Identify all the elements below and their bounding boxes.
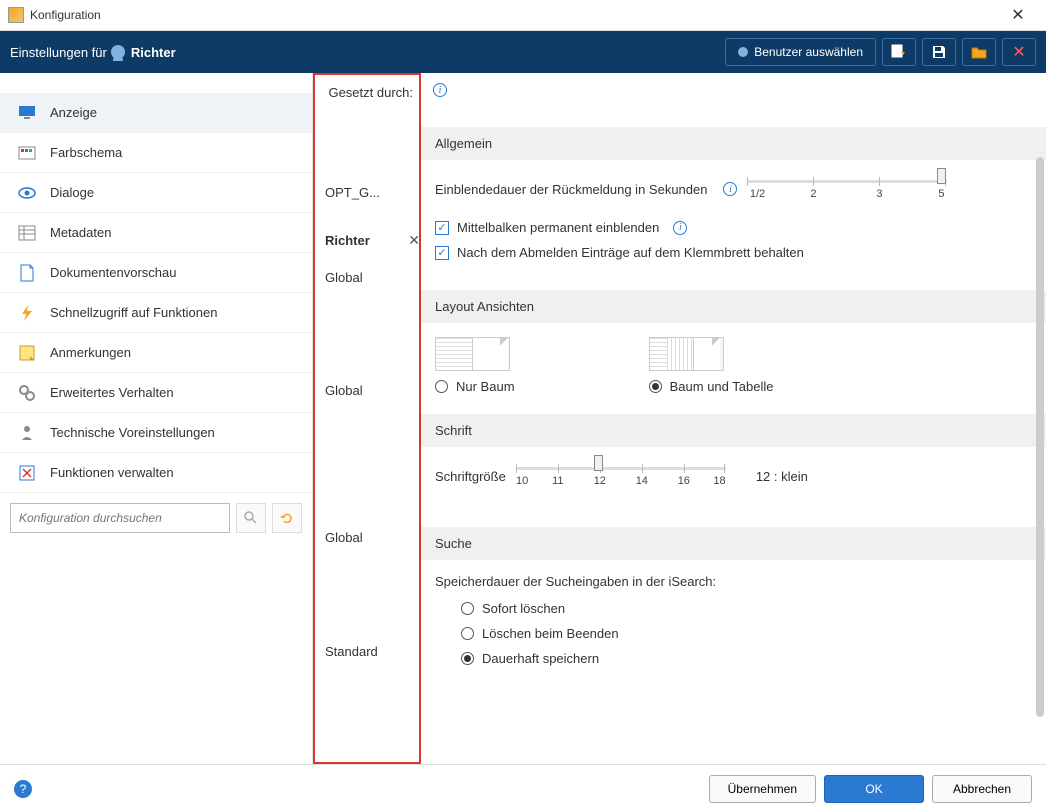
scope-opt: OPT_G...: [325, 185, 420, 200]
sidebar-search-button[interactable]: [236, 503, 266, 533]
note-icon: [18, 344, 36, 362]
schriftgroesse-label: Schriftgröße: [435, 469, 506, 484]
user-mini-icon: [738, 47, 748, 57]
sidebar-item-metadaten[interactable]: Metadaten: [0, 213, 312, 253]
header-username: Richter: [131, 45, 176, 60]
settings-for-label: Einstellungen für: [10, 45, 107, 60]
info-icon[interactable]: i: [723, 182, 737, 196]
info-icon[interactable]: i: [433, 83, 447, 97]
layout-preview-baum: [435, 337, 510, 371]
info-icon[interactable]: i: [673, 221, 687, 235]
app-icon: [8, 7, 24, 23]
toolbar-save-export-button[interactable]: [882, 38, 916, 66]
header-bar: Einstellungen für Richter Benutzer auswä…: [0, 31, 1046, 73]
sidebar: Anzeige Farbschema Dialoge Metadaten Dok…: [0, 73, 313, 764]
gesetzt-durch-heading: Gesetzt durch:: [328, 85, 413, 100]
document-icon: [18, 264, 36, 282]
help-button[interactable]: ?: [14, 780, 32, 798]
scope-clear-button[interactable]: ✕: [408, 232, 420, 249]
user-icon: [111, 45, 125, 59]
sidebar-item-anmerkungen[interactable]: Anmerkungen: [0, 333, 312, 373]
radio-nur-baum[interactable]: Nur Baum: [435, 379, 645, 394]
sidebar-item-funktionen-verwalten[interactable]: Funktionen verwalten: [0, 453, 312, 493]
palette-icon: [18, 144, 36, 162]
sidebar-item-anzeige[interactable]: Anzeige: [0, 93, 312, 133]
section-head-layout: Layout Ansichten: [421, 290, 1046, 323]
section-head-suche: Suche: [421, 527, 1046, 560]
radio-sofort-loeschen[interactable]: Sofort löschen: [461, 601, 1032, 616]
monitor-icon: [18, 104, 36, 122]
window-title: Konfiguration: [30, 8, 998, 22]
sidebar-item-schnellzugriff[interactable]: Schnellzugriff auf Funktionen: [0, 293, 312, 333]
sidebar-item-erweitertes-verhalten[interactable]: Erweitertes Verhalten: [0, 373, 312, 413]
scope-global-2: Global: [325, 383, 420, 398]
eye-icon: [18, 184, 36, 202]
window-titlebar: Konfiguration ✕: [0, 0, 1046, 31]
bolt-icon: [18, 304, 36, 322]
scope-richter: Richter✕: [325, 232, 420, 249]
mittelbalken-checkbox[interactable]: ✓ Mittelbalken permanent einblenden i: [435, 220, 1032, 235]
schriftgroesse-slider[interactable]: 10 11 12 14 16 18: [516, 461, 726, 491]
table-icon: [18, 224, 36, 242]
apply-button[interactable]: Übernehmen: [709, 775, 816, 803]
content-area: i Allgemein Einblendedauer der Rückmeldu…: [421, 73, 1046, 764]
ok-button[interactable]: OK: [824, 775, 924, 803]
radio-loeschen-beenden[interactable]: Löschen beim Beenden: [461, 626, 1032, 641]
abmelden-checkbox[interactable]: ✓ Nach dem Abmelden Einträge auf dem Kle…: [435, 245, 1032, 260]
select-user-button[interactable]: Benutzer auswählen: [725, 38, 876, 66]
manage-icon: [18, 464, 36, 482]
radio-baum-tabelle[interactable]: Baum und Tabelle: [649, 379, 774, 394]
gesetzt-durch-column: Gesetzt durch: OPT_G... Richter✕ Global …: [313, 73, 421, 764]
sidebar-item-dialoge[interactable]: Dialoge: [0, 173, 312, 213]
sidebar-item-dokumentenvorschau[interactable]: Dokumentenvorschau: [0, 253, 312, 293]
scrollbar-thumb[interactable]: [1036, 157, 1044, 717]
sidebar-search-input[interactable]: [10, 503, 230, 533]
einblendedauer-label: Einblendedauer der Rückmeldung in Sekund…: [435, 182, 707, 197]
gears-icon: [18, 384, 36, 402]
wrench-user-icon: [18, 424, 36, 442]
layout-preview-baum-tabelle: [649, 337, 724, 371]
scope-standard: Standard: [325, 644, 420, 659]
window-close-button[interactable]: ✕: [998, 5, 1038, 25]
scope-global-3: Global: [325, 530, 420, 545]
suche-speicherdauer-label: Speicherdauer der Sucheingaben in der iS…: [435, 574, 1032, 589]
scope-global-1: Global: [325, 270, 420, 285]
sidebar-item-technische-voreinstellungen[interactable]: Technische Voreinstellungen: [0, 413, 312, 453]
einblendedauer-slider[interactable]: 1/2 2 3 5: [747, 174, 947, 204]
radio-dauerhaft[interactable]: Dauerhaft speichern: [461, 651, 1032, 666]
section-head-schrift: Schrift: [421, 414, 1046, 447]
cancel-button[interactable]: Abbrechen: [932, 775, 1032, 803]
sidebar-reset-button[interactable]: [272, 503, 302, 533]
toolbar-save-button[interactable]: [922, 38, 956, 66]
toolbar-close-button[interactable]: ✕: [1002, 38, 1036, 66]
sidebar-item-farbschema[interactable]: Farbschema: [0, 133, 312, 173]
schrift-current-value: 12 : klein: [756, 469, 808, 484]
section-head-allgemein: Allgemein: [421, 127, 1046, 160]
toolbar-folder-button[interactable]: [962, 38, 996, 66]
bottom-bar: ? Übernehmen OK Abbrechen: [0, 764, 1046, 812]
